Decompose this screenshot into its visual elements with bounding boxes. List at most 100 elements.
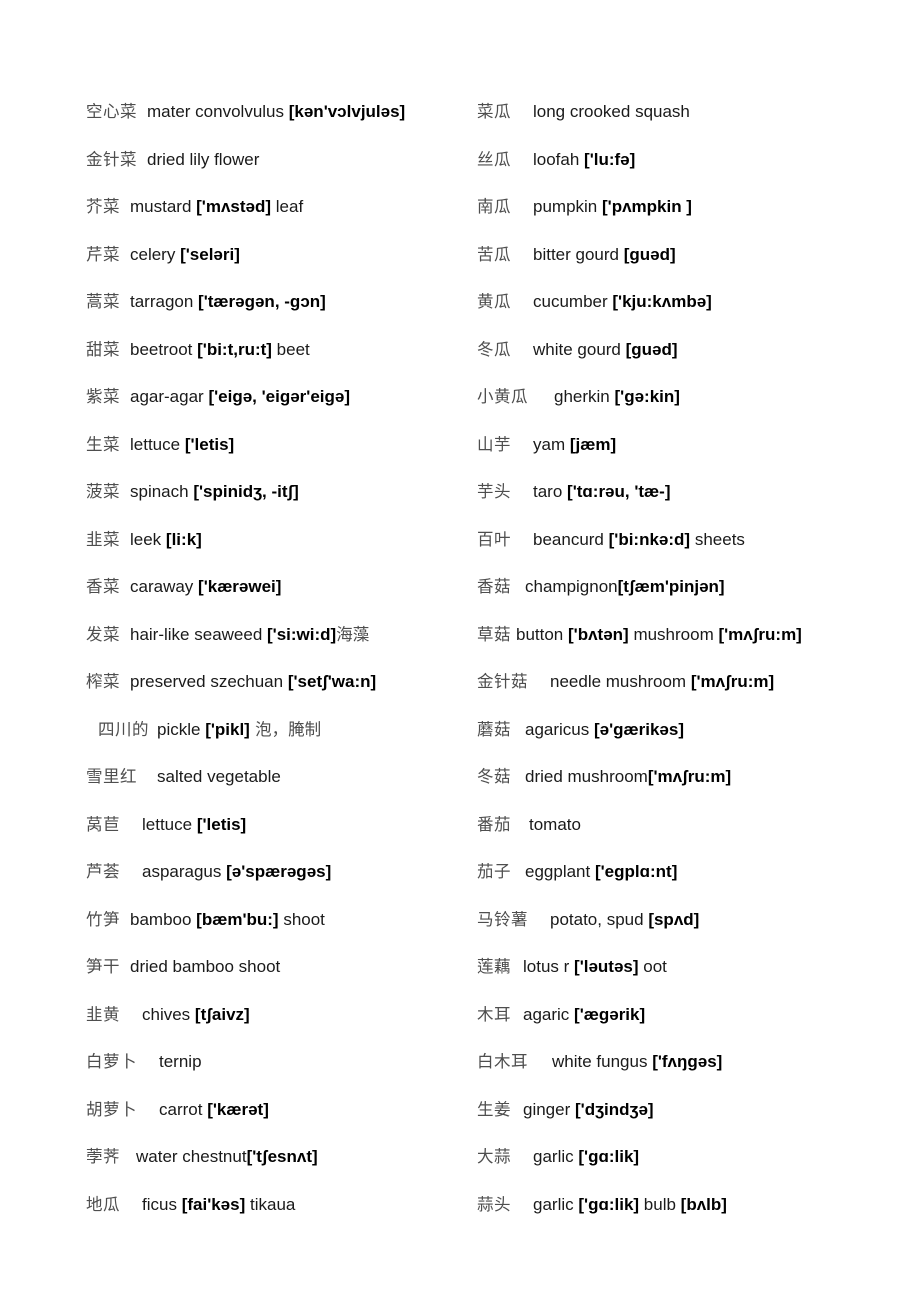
entry-term: 空心菜 <box>86 102 137 121</box>
entry-english: mustard <box>130 197 197 216</box>
entry-ipa: ['mʌʃru:m] <box>690 672 775 691</box>
entry-english-tail: sheets <box>690 529 745 549</box>
entry-ipa: ['egplɑ:nt] <box>594 862 678 881</box>
entry-ipa: ['ægərik] <box>574 1004 646 1024</box>
entry-term: 蒿菜 <box>86 292 120 311</box>
glossary-entry: 百叶 beancurd ['bi:nkə:d] sheets <box>477 516 877 564</box>
glossary-entry: 莲藕 lotus r ['ləutəs] oot <box>477 943 877 991</box>
entry-english: agaricus <box>525 719 594 739</box>
entry-ipa: ['letis] <box>184 434 235 454</box>
entry-english: ternip <box>159 1052 202 1071</box>
entry-term: 地瓜 <box>86 1194 120 1214</box>
entry-term: 芦荟 <box>86 862 120 881</box>
entry-english: tarragon <box>130 292 199 311</box>
entry-term: 荸荠 <box>86 1147 120 1166</box>
entry-ipa: ['letis] <box>196 814 247 834</box>
entry-term: 蒜头 <box>477 1194 511 1214</box>
entry-english: potato, spud <box>550 909 649 929</box>
entry-term: 小黄瓜 <box>477 387 528 406</box>
glossary-entry: 笋干 dried bamboo shoot <box>86 943 466 991</box>
entry-english: garlic <box>533 1194 579 1214</box>
glossary-entry: 蘑菇 agaricus [ə'gærikəs] <box>477 706 877 754</box>
entry-english: ficus <box>142 1194 182 1214</box>
entry-english: dried bamboo shoot <box>130 957 281 976</box>
glossary-entry: 大蒜 garlic ['gɑ:lik] <box>477 1133 877 1181</box>
glossary-entry: 香菇 champignon[tʃæm'pinjən] <box>477 563 877 611</box>
entry-english-tail: shoot <box>278 909 325 929</box>
glossary-entry: 芦荟 asparagus [ə'spærəgəs] <box>86 848 466 896</box>
glossary-entry: 蒿菜 tarragon ['tærəgən, -gɔn] <box>86 278 466 326</box>
entry-term: 韭黄 <box>86 1004 120 1024</box>
entry-term: 蘑菇 <box>477 719 511 739</box>
entry-ipa: ['kju:kʌmbə] <box>612 292 712 311</box>
entry-term: 芋头 <box>477 482 511 501</box>
entry-term: 生姜 <box>477 1099 511 1119</box>
glossary-entry: 香菜 caraway ['kærəwei] <box>86 563 466 611</box>
entry-term: 芹菜 <box>86 244 120 264</box>
entry-ipa: ['kærət] <box>207 1099 269 1119</box>
entry-ipa: [guəd] <box>623 244 676 264</box>
entry-english: carrot <box>159 1099 208 1119</box>
entry-english: ginger <box>523 1099 575 1119</box>
glossary-entry: 木耳 agaric ['ægərik] <box>477 991 877 1039</box>
glossary-entry: 白木耳 white fungus ['fʌŋgəs] <box>477 1038 877 1086</box>
entry-term: 丝瓜 <box>477 149 511 169</box>
entry-english: long crooked squash <box>533 102 690 121</box>
entry-term: 笋干 <box>86 957 120 976</box>
glossary-entry: 马铃薯 potato, spud [spʌd] <box>477 896 877 944</box>
entry-term: 苦瓜 <box>477 244 511 264</box>
entry-term: 山芋 <box>477 434 511 454</box>
entry-ipa: ['tærəgən, -gɔn] <box>198 292 326 311</box>
entry-english: hair-like seaweed <box>130 624 268 644</box>
glossary-entry: 山芋 yam [jæm] <box>477 421 877 469</box>
glossary-entry: 菠菜 spinach ['spinidʒ, -itʃ] <box>86 468 466 516</box>
glossary-entry: 生姜 ginger ['dʒindʒə] <box>477 1086 877 1134</box>
entry-term: 发菜 <box>86 624 120 644</box>
entry-ipa: ['ləutəs] <box>574 957 639 976</box>
entry-ipa: ['bi:nkə:d] <box>608 529 691 549</box>
entry-ipa: [fai'kəs] <box>181 1194 246 1214</box>
glossary-entry: 茄子 eggplant ['egplɑ:nt] <box>477 848 877 896</box>
entry-ipa: ['lu:fə] <box>584 149 636 169</box>
entry-ipa: ['bi:t,ru:t] <box>197 339 272 359</box>
entry-english-tail: beet <box>271 339 310 359</box>
glossary-entry: 生菜 lettuce ['letis] <box>86 421 466 469</box>
glossary-entry: 荸荠 water chestnut['tʃesnʌt] <box>86 1133 466 1181</box>
entry-english: lettuce <box>130 434 185 454</box>
entry-english: dried mushroom <box>525 767 648 786</box>
glossary-entry: 金针菜 dried lily flower <box>86 136 466 184</box>
entry-term: 榨菜 <box>86 672 120 691</box>
glossary-entry: 蒜头 garlic ['gɑ:lik] bulb [bʌlb] <box>477 1181 877 1229</box>
entry-ipa: ['seləri] <box>180 244 240 264</box>
entry-english-tail: bulb <box>639 1194 681 1214</box>
entry-english: tomato <box>529 814 581 834</box>
entry-english: garlic <box>533 1147 579 1166</box>
entry-ipa: [spʌd] <box>648 909 700 929</box>
entry-english: button <box>516 624 568 644</box>
glossary-entry: 小黄瓜 gherkin ['gə:kin] <box>477 373 877 421</box>
glossary-entry: 竹笋 bamboo [bæm'bu:] shoot <box>86 896 466 944</box>
glossary-entry: 冬菇 dried mushroom['mʌʃru:m] <box>477 753 877 801</box>
entry-english: gherkin <box>554 387 615 406</box>
entry-english: dried lily flower <box>147 149 260 169</box>
entry-ipa: ['kærəwei] <box>198 577 282 596</box>
glossary-column-right: 菜瓜 long crooked squash 丝瓜 loofah ['lu:fə] 南瓜… <box>477 88 877 1228</box>
entry-english-tail: tikaua <box>245 1194 296 1214</box>
entry-ipa: ['fʌŋgəs] <box>652 1052 723 1071</box>
entry-english: mater convolvulus <box>147 102 289 121</box>
entry-ipa: ['mʌʃru:m] <box>647 767 732 786</box>
entry-term: 芥菜 <box>86 197 120 216</box>
entry-term: 四川的 <box>98 719 149 739</box>
glossary-entry: 韭菜 leek [li:k] <box>86 516 466 564</box>
entry-english: lettuce <box>142 814 197 834</box>
entry-english: spinach <box>130 482 194 501</box>
entry-term: 香菇 <box>477 577 511 596</box>
entry-term: 莲藕 <box>477 957 511 976</box>
glossary-entry: 黄瓜 cucumber ['kju:kʌmbə] <box>477 278 877 326</box>
entry-english: pickle <box>157 719 206 739</box>
glossary-entry: 番茄 tomato <box>477 801 877 849</box>
entry-term: 茄子 <box>477 862 511 881</box>
glossary-entry: 地瓜 ficus [fai'kəs] tikaua <box>86 1181 466 1229</box>
entry-term: 韭菜 <box>86 529 120 549</box>
entry-english: beetroot <box>130 339 198 359</box>
